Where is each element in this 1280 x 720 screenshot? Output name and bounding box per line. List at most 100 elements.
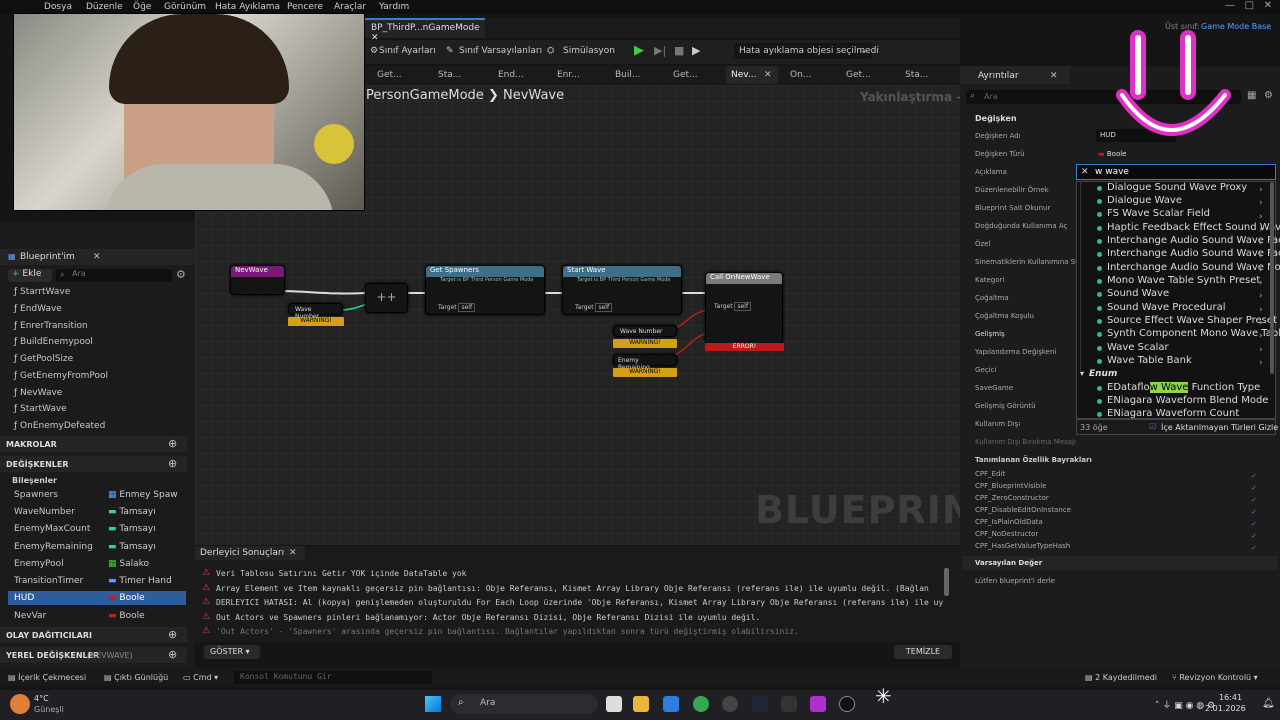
type-item[interactable]: Wave Table Bank xyxy=(1107,355,1192,366)
clock-time[interactable]: 16:41 xyxy=(1219,693,1242,702)
class-settings-button[interactable]: Sınıf Ayarları xyxy=(379,46,436,56)
function-item[interactable]: ƒ EnrerTransition xyxy=(14,321,88,331)
unsaved-indicator[interactable]: ▤ 2 Kaydedilmedi xyxy=(1085,673,1157,682)
output-log-button[interactable]: ▤ Çıktı Günlüğü xyxy=(104,673,168,682)
enum-item[interactable]: ENiagara Waveform Blend Mode xyxy=(1107,395,1268,406)
type-item[interactable]: Dialogue Sound Wave Proxy xyxy=(1107,182,1247,193)
variable-name[interactable]: WaveNumber xyxy=(14,507,75,517)
add-icon[interactable]: ⊕ xyxy=(168,628,177,641)
fn-tab-9[interactable]: Get... xyxy=(846,70,871,80)
variable-type[interactable]: ▬ Timer Hand xyxy=(108,576,172,586)
gear-icon[interactable]: ⚙ xyxy=(176,268,186,281)
function-item[interactable]: ƒ GetPoolSize xyxy=(14,354,73,364)
epic-games-icon[interactable] xyxy=(781,696,797,712)
chrome-icon[interactable] xyxy=(693,696,709,712)
enum-item[interactable]: EDataflow Wave Function Type xyxy=(1107,382,1260,393)
type-item[interactable]: Sound Wave xyxy=(1107,288,1169,299)
fn-tab-1[interactable]: Get... xyxy=(377,70,402,80)
add-button[interactable]: + Ekle xyxy=(8,269,52,282)
type-item[interactable]: Wave Scalar xyxy=(1107,342,1169,353)
variable-name[interactable]: EnemyRemaining xyxy=(14,542,93,552)
menu-window[interactable]: Pencere xyxy=(287,2,323,12)
revision-control-button[interactable]: ⑂ Revizyon Kontrolü ▾ xyxy=(1172,673,1258,682)
variable-name[interactable]: NevVar xyxy=(14,611,46,621)
add-icon[interactable]: ⊕ xyxy=(168,648,177,661)
node-get-spawners[interactable]: Get Spawners Target is BP Third Person G… xyxy=(425,265,545,315)
menu-edit[interactable]: Düzenle xyxy=(86,2,123,12)
function-item[interactable]: ƒ EndWave xyxy=(14,304,62,314)
pin-self[interactable]: self xyxy=(595,303,613,312)
variable-type-select[interactable]: ▬ Boole xyxy=(1098,150,1126,158)
fn-tab-3[interactable]: End... xyxy=(498,70,524,80)
overlay-app-icon[interactable] xyxy=(810,696,826,712)
class-defaults-button[interactable]: Sınıf Varsayılanları xyxy=(459,46,542,56)
clear-button[interactable]: TEMİZLE xyxy=(894,645,952,659)
gear-icon[interactable]: ⚙ xyxy=(1264,90,1273,101)
add-icon[interactable]: ⊕ xyxy=(168,457,177,470)
close-icon[interactable]: ✕ xyxy=(1050,71,1058,81)
variable-name[interactable]: EnemyMaxCount xyxy=(14,524,90,534)
window-controls[interactable]: — □ ✕ xyxy=(1225,0,1272,11)
close-icon[interactable]: ✕ xyxy=(1081,167,1089,177)
node-nevwave[interactable]: NevWave xyxy=(230,265,285,295)
clock-date[interactable]: 2.01.2026 xyxy=(1205,704,1246,713)
function-item[interactable]: ƒ BuildEnemypool xyxy=(14,337,93,347)
type-item[interactable]: Haptic Feedback Effect Sound Wave xyxy=(1107,222,1280,233)
fn-tab-4[interactable]: Enr... xyxy=(557,70,580,80)
close-icon[interactable]: ✕ xyxy=(764,70,772,80)
function-item[interactable]: ƒ GetEnemyFromPool xyxy=(14,371,108,381)
variable-name[interactable]: EnemyPool xyxy=(14,559,64,569)
node-enemy-remaining[interactable]: Enemy Remaining xyxy=(613,354,677,371)
fn-tab-5[interactable]: Buil... xyxy=(615,70,640,80)
type-item[interactable]: Source Effect Wave Shaper Preset xyxy=(1107,315,1277,326)
function-item[interactable]: ƒ StarrtWave xyxy=(14,287,70,297)
type-item[interactable]: Sound Wave Procedural xyxy=(1107,302,1226,313)
variable-type[interactable]: ▬ Boole xyxy=(108,593,145,603)
type-item[interactable]: Dialogue Wave xyxy=(1107,195,1182,206)
node-call-onnewwave[interactable]: Call OnNewWave Target self xyxy=(705,272,783,344)
step-icon[interactable]: ▶| xyxy=(654,44,666,57)
console-input[interactable]: Konsol Komutunu Gir xyxy=(234,671,432,684)
editor-tab-blueprint[interactable]: BP_ThirdP...nGameMode ✕ xyxy=(365,18,485,43)
type-item[interactable]: Synth Component Mono Wave Tabl xyxy=(1107,328,1280,339)
close-icon[interactable]: ✕ xyxy=(93,252,101,262)
fn-tab-6[interactable]: Get... xyxy=(673,70,698,80)
pin-self[interactable]: self xyxy=(458,303,476,312)
log-line[interactable]: DERLEYICI HATASI: Al (kopya) genişlemede… xyxy=(216,598,943,607)
node-increment[interactable]: ++ xyxy=(365,283,408,313)
variable-type[interactable]: ▬ Tamsayı xyxy=(108,542,156,552)
function-item[interactable]: ƒ StartWave xyxy=(14,404,67,414)
cmd-button[interactable]: ▭ Cmd ▾ xyxy=(183,673,218,682)
node-start-wave[interactable]: Start Wave Target is BP Third Person Gam… xyxy=(562,265,682,315)
node-wave-number[interactable]: Wave Number xyxy=(288,303,343,320)
file-explorer-icon[interactable] xyxy=(633,696,649,712)
type-item[interactable]: Mono Wave Table Synth Preset xyxy=(1107,275,1260,286)
type-item[interactable]: FS Wave Scalar Field xyxy=(1107,208,1210,219)
log-line[interactable]: 'Out Actors' - 'Spawners' arasında geçer… xyxy=(216,627,799,636)
notification-icon[interactable]: 🔔︎ xyxy=(1262,698,1275,709)
dropdown-scrollbar[interactable] xyxy=(1270,182,1274,374)
add-icon[interactable]: ⊕ xyxy=(168,437,177,450)
stop-icon[interactable]: ■ xyxy=(674,44,684,57)
unreal-engine-icon[interactable] xyxy=(839,696,855,712)
checkbox-checked-icon[interactable]: ☑ xyxy=(1149,422,1156,431)
variable-type[interactable]: ▬ Tamsayı xyxy=(108,524,156,534)
section-advanced[interactable]: Gelişmiş xyxy=(975,330,1005,338)
store-icon[interactable] xyxy=(663,696,679,712)
type-item[interactable]: Interchange Audio Sound Wave Fac xyxy=(1107,248,1280,259)
log-line[interactable]: Veri Tablosu Satırını Getir YOK içinde D… xyxy=(216,569,466,578)
enum-item[interactable]: ENiagara Waveform Count xyxy=(1107,408,1239,419)
close-icon[interactable]: ✕ xyxy=(289,548,297,558)
fn-tab-8[interactable]: On... xyxy=(790,70,811,80)
log-scrollbar[interactable] xyxy=(944,568,949,596)
davinci-icon[interactable] xyxy=(722,696,738,712)
node-wave-number-2[interactable]: Wave Number xyxy=(613,325,677,337)
enum-category[interactable]: Enum xyxy=(1089,369,1117,379)
task-view-icon[interactable] xyxy=(606,696,622,712)
pin-self[interactable]: self xyxy=(734,302,752,311)
grid-icon[interactable]: ▦ xyxy=(1247,90,1256,101)
variable-type[interactable]: ▦ Enmey Spaw xyxy=(108,490,178,500)
variable-type[interactable]: ▬ Boole xyxy=(108,611,145,621)
fn-tab-10[interactable]: Sta... xyxy=(905,70,928,80)
variable-name[interactable]: TransitionTimer xyxy=(14,576,83,586)
